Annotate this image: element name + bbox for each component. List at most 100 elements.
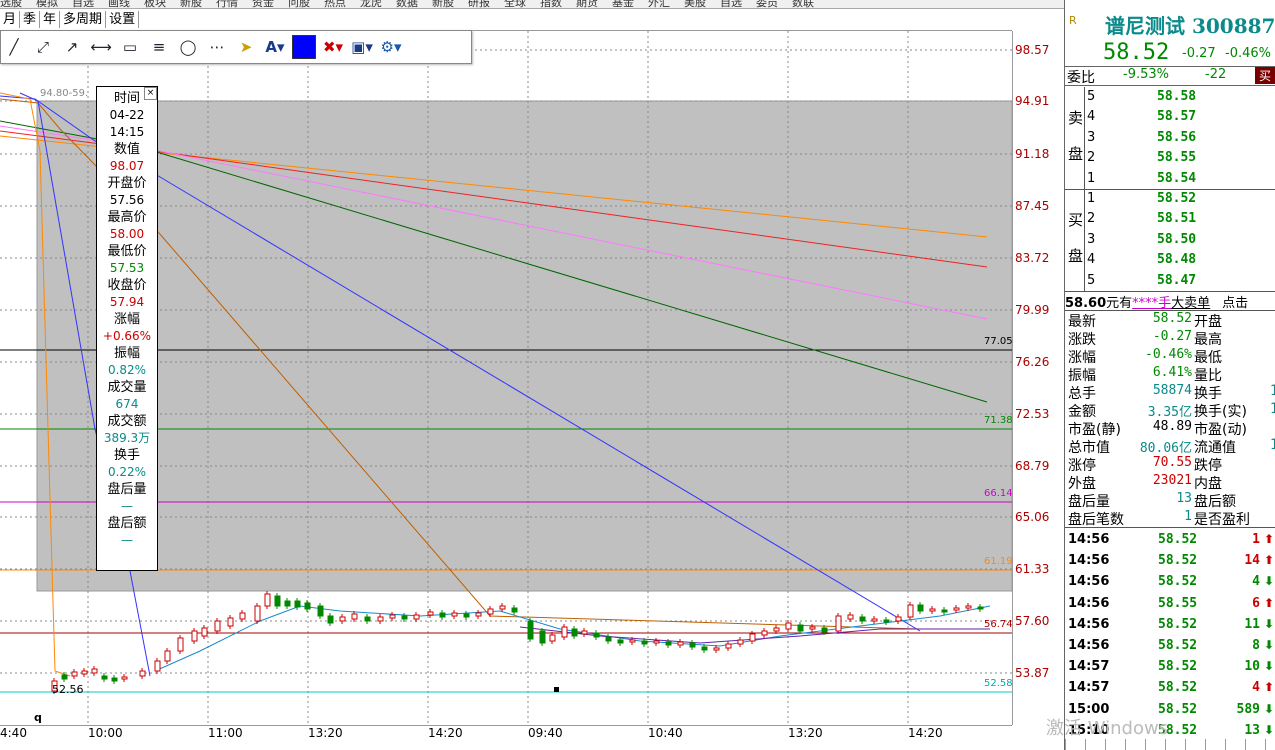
candlestick: [101, 675, 108, 680]
more-tools-icon[interactable]: ⋯: [204, 34, 230, 60]
period-tab[interactable]: 设置: [106, 11, 140, 28]
segment-tool-icon[interactable]: ⤢: [30, 34, 56, 60]
period-tab[interactable]: 多周期: [60, 11, 107, 28]
top-menu-item[interactable]: 基金: [612, 0, 634, 8]
book-row[interactable]: 3 58.56: [1085, 128, 1275, 148]
marker-q: q: [34, 711, 42, 724]
top-menu-item[interactable]: 模拟: [36, 0, 58, 8]
pointer-tool-icon[interactable]: ➤: [233, 34, 259, 60]
stat-value: 70.55: [1152, 455, 1192, 470]
stat-label: 外盘: [1068, 476, 1096, 492]
big-order-alert[interactable]: 58.60元有****手大卖单 点击: [1065, 292, 1275, 311]
candlestick: [139, 670, 146, 677]
top-menu-item[interactable]: 外汇: [648, 0, 670, 8]
stat-value: 3.35亿: [1147, 405, 1192, 420]
horizontal-segment-tool-icon[interactable]: ⟷: [88, 34, 114, 60]
stat-value: 13: [1176, 491, 1192, 506]
book-row[interactable]: 4 58.57: [1085, 107, 1275, 127]
quote-panel: R 谱尼测试 300887 58.52 -0.27 -0.46% 委比 -9.5…: [1064, 0, 1275, 739]
top-menu-item[interactable]: 研报: [468, 0, 490, 8]
candlestick: [91, 668, 98, 674]
stat-value: 48.89: [1152, 419, 1192, 434]
stat-label: 最新: [1068, 314, 1096, 330]
weibi-label: 委比: [1067, 70, 1095, 86]
top-menu-item[interactable]: 问股: [288, 0, 310, 8]
candlestick: [389, 614, 396, 619]
tooltip-value: +0.66%: [102, 329, 152, 343]
top-menu-item[interactable]: 期货: [576, 0, 598, 8]
stat-label: 金额: [1068, 404, 1096, 420]
book-level: 2: [1087, 211, 1096, 227]
stat-value: 80.06亿: [1139, 441, 1192, 456]
stat-value-2: 1: [1270, 383, 1275, 399]
stats-row: 涨幅 -0.46% 最低: [1068, 347, 1275, 366]
book-row[interactable]: 5 58.47: [1085, 271, 1275, 291]
top-menu-item[interactable]: 选股: [0, 0, 22, 8]
weibi-buy-button[interactable]: 买: [1255, 67, 1275, 84]
candlestick: [965, 605, 972, 609]
stat-label-2: 量比: [1194, 368, 1222, 384]
stats-row: 总手 58874换手 1: [1068, 383, 1275, 402]
book-price: 58.57: [1157, 109, 1197, 125]
candlestick: [121, 676, 128, 680]
ray-tool-icon[interactable]: ↗: [59, 34, 85, 60]
book-price: 58.54: [1157, 170, 1197, 186]
period-tab[interactable]: 月: [0, 11, 21, 28]
line-tool-icon[interactable]: ╱: [1, 34, 27, 60]
top-menu-item[interactable]: 板块: [144, 0, 166, 8]
parallel-lines-tool-icon[interactable]: ≡: [146, 34, 172, 60]
period-tab[interactable]: 季: [20, 11, 41, 28]
top-menu-item[interactable]: 委员: [756, 0, 778, 8]
candlestick: [907, 604, 914, 618]
top-menu-item[interactable]: 数据: [396, 0, 418, 8]
arrow-down-icon: ⬇: [1263, 616, 1274, 631]
top-menu-item[interactable]: 资金: [252, 0, 274, 8]
book-row[interactable]: 1 58.54: [1085, 169, 1275, 189]
stock-name[interactable]: 谱尼测试 300887: [1105, 10, 1275, 39]
top-menu-item[interactable]: 热点: [324, 0, 346, 8]
trade-row: 14:57 58.52 10 ⬇: [1068, 659, 1275, 679]
top-menu-item[interactable]: 自选: [720, 0, 742, 8]
book-row[interactable]: 5 58.58: [1085, 87, 1275, 107]
top-menu-item[interactable]: 龙虎: [360, 0, 382, 8]
time-axis: 4:40 10:00 11:00 13:20 14:20 09:40 10:40 13:20 1…: [0, 725, 1012, 740]
top-menu-item[interactable]: 全球: [504, 0, 526, 8]
trade-volume: 4: [1252, 680, 1260, 696]
top-menu-item[interactable]: 指数: [540, 0, 562, 8]
rectangle-tool-icon[interactable]: ▭: [117, 34, 143, 60]
book-side-label: 盘: [1068, 145, 1084, 163]
delete-tool-icon[interactable]: ✖▾: [320, 34, 346, 60]
candlestick: [539, 630, 546, 644]
text-tool-icon[interactable]: A▾: [262, 34, 288, 60]
top-menu-item[interactable]: 新股: [432, 0, 454, 8]
book-level: 3: [1087, 129, 1096, 145]
book-row[interactable]: 1 58.52: [1085, 189, 1275, 209]
top-menu-item[interactable]: 自选: [72, 0, 94, 8]
book-price: 58.52: [1157, 191, 1197, 206]
ellipse-tool-icon[interactable]: ◯: [175, 34, 201, 60]
price-axis-label: 98.57: [1015, 43, 1050, 57]
top-menu-item[interactable]: 画线: [108, 0, 130, 8]
candlestick: [401, 615, 408, 620]
top-menu-item[interactable]: 美股: [684, 0, 706, 8]
period-tab[interactable]: 年: [40, 11, 61, 28]
stat-label-2: 最高: [1194, 332, 1222, 348]
book-row[interactable]: 4 58.48: [1085, 250, 1275, 270]
price-axis-label: 83.72: [1015, 251, 1050, 265]
book-row[interactable]: 2 58.51: [1085, 209, 1275, 229]
trade-time: 14:56: [1068, 574, 1110, 590]
book-row[interactable]: 2 58.55: [1085, 148, 1275, 168]
stats-row: 外盘 23021 内盘: [1068, 473, 1275, 492]
book-row[interactable]: 3 58.50: [1085, 230, 1275, 250]
candlestick: [929, 608, 936, 612]
top-menu-item[interactable]: 行情: [216, 0, 238, 8]
save-tool-icon[interactable]: ▣▾: [349, 34, 375, 60]
stats-row: 最新 58.52 开盘: [1068, 311, 1275, 330]
candlestick: [917, 604, 924, 612]
candlestick: [475, 612, 482, 617]
color-picker-icon[interactable]: [291, 34, 317, 60]
top-menu-item[interactable]: 新股: [180, 0, 202, 8]
top-menu-item[interactable]: 数联: [792, 0, 814, 8]
trade-time: 14:57: [1068, 680, 1110, 696]
settings-tool-icon[interactable]: ⚙▾: [378, 34, 404, 60]
